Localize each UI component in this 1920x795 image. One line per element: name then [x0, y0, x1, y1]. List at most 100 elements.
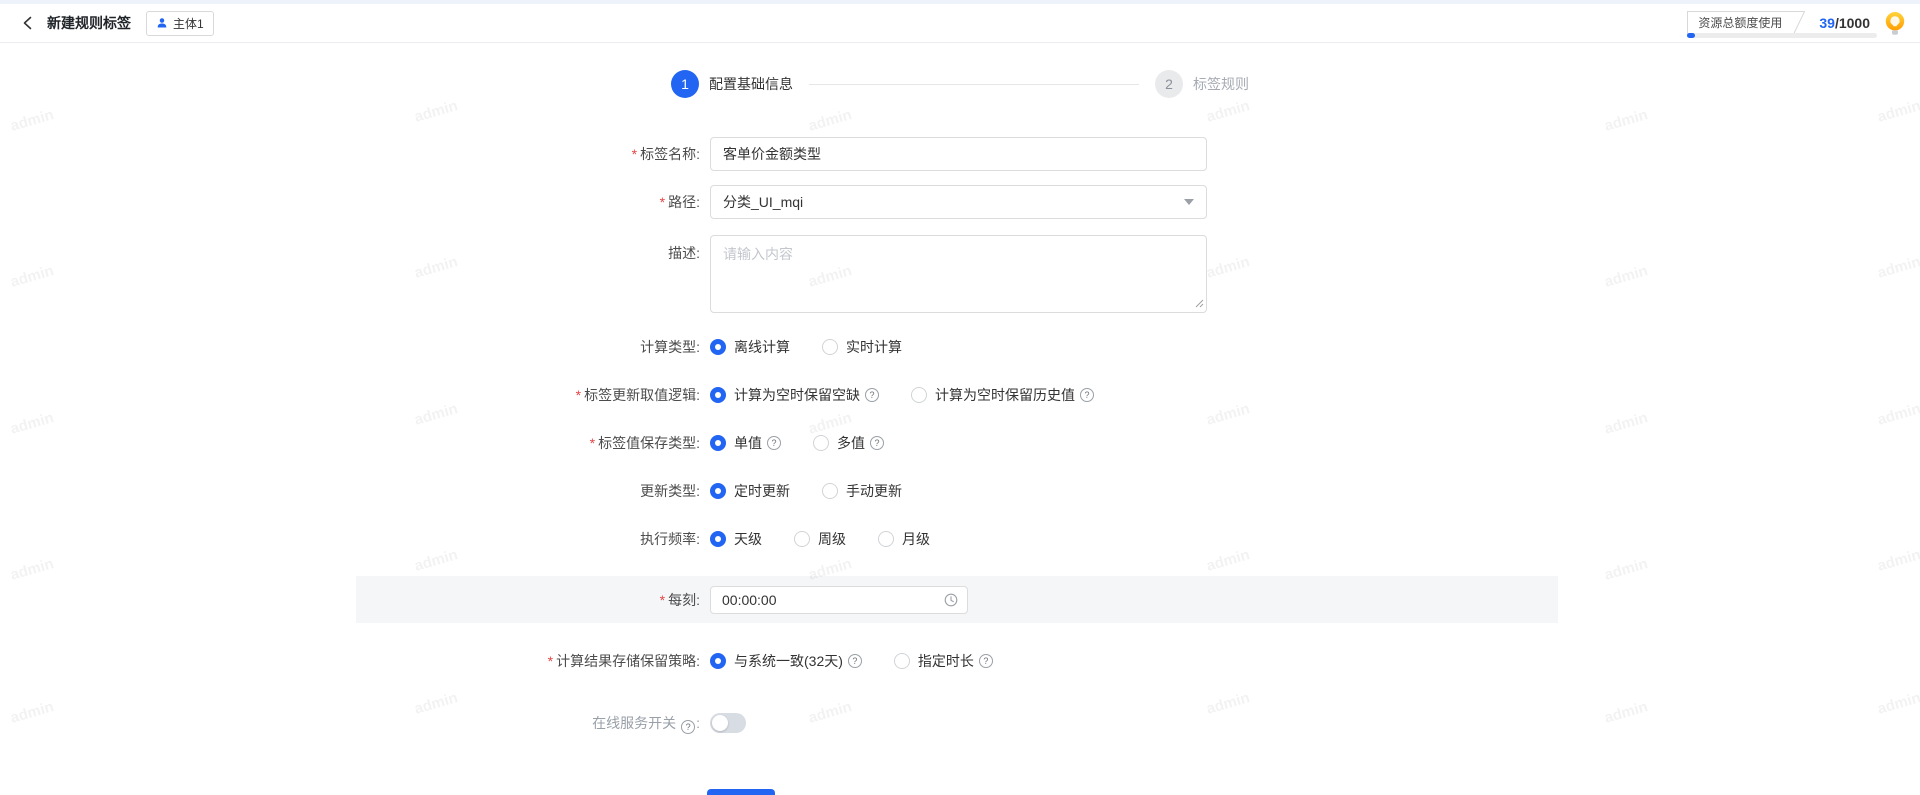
online-service-toggle[interactable] — [710, 713, 746, 733]
update-logic-options: 计算为空时保留空缺 ? 计算为空时保留历史值 ? — [710, 385, 1094, 405]
quota-progress-fill — [1687, 33, 1696, 38]
run-time-row: * 每刻: — [0, 576, 1920, 623]
run-time-control — [710, 585, 968, 614]
exec-frequency-row: 执行频率: 天级 周级 月级 — [0, 528, 1920, 550]
step-1-label: 配置基础信息 — [709, 76, 793, 92]
radio-option-monthly[interactable]: 月级 — [878, 529, 930, 549]
tag-name-control — [710, 137, 1207, 171]
help-icon[interactable]: ? — [978, 654, 993, 668]
quota-count: 39/1000 — [1819, 15, 1870, 31]
exec-frequency-label-text: 执行频率: — [640, 531, 700, 547]
help-icon[interactable]: ? — [847, 654, 862, 668]
update-logic-label: * 标签更新取值逻辑: — [0, 385, 700, 405]
radio-option-realtime-calc[interactable]: 实时计算 — [822, 337, 902, 357]
help-icon[interactable]: ? — [1080, 388, 1094, 402]
radio-option-offline-calc[interactable]: 离线计算 — [710, 337, 790, 357]
radio-unchecked-icon — [878, 531, 894, 547]
value-save-type-label-text: 标签值保存类型: — [598, 435, 700, 451]
page-title: 新建规则标签 — [47, 15, 131, 31]
path-label-text: 路径: — [668, 194, 700, 210]
path-row: * 路径: 分类_UI_mqi — [0, 185, 1920, 219]
value-save-type-label: * 标签值保存类型: — [0, 433, 700, 453]
update-type-label: 更新类型: — [0, 481, 700, 501]
tag-name-label: * 标签名称: — [0, 144, 700, 164]
step-2: 2 标签规则 — [1155, 70, 1249, 98]
radio-label: 月级 — [902, 531, 930, 547]
radio-option-daily[interactable]: 天级 — [710, 529, 762, 549]
time-input-field[interactable] — [722, 591, 944, 608]
step-1: 1 配置基础信息 — [671, 70, 793, 98]
update-logic-row: * 标签更新取值逻辑: 计算为空时保留空缺 ? 计算为空时保留历史值 ? — [0, 384, 1920, 406]
required-mark: * — [547, 653, 554, 669]
chevron-left-icon — [23, 16, 32, 30]
description-textarea[interactable] — [710, 235, 1207, 313]
time-input[interactable] — [710, 585, 968, 614]
step-2-label: 标签规则 — [1193, 76, 1249, 92]
retention-options: 与系统一致(32天) ? 指定时长 ? — [710, 651, 993, 671]
update-type-label-text: 更新类型: — [640, 483, 700, 499]
resize-handle-icon[interactable] — [1194, 298, 1204, 308]
radio-option-keep-history[interactable]: 计算为空时保留历史值 ? — [911, 385, 1094, 405]
calc-type-options: 离线计算 实时计算 — [710, 337, 902, 357]
radio-unchecked-icon — [911, 387, 927, 403]
back-button[interactable] — [20, 15, 36, 31]
calc-type-row: 计算类型: 离线计算 实时计算 — [0, 336, 1920, 358]
radio-option-manual-update[interactable]: 手动更新 — [822, 481, 902, 501]
radio-checked-icon — [710, 653, 726, 669]
required-mark: * — [659, 194, 666, 210]
step-2-circle: 2 — [1155, 70, 1183, 98]
radio-option-scheduled-update[interactable]: 定时更新 — [710, 481, 790, 501]
radio-option-system-default[interactable]: 与系统一致(32天) ? — [710, 651, 862, 671]
next-button[interactable] — [707, 789, 775, 795]
help-icon[interactable]: ? — [767, 436, 781, 450]
required-mark: * — [575, 387, 582, 403]
online-service-label-text: 在线服务开关 — [592, 714, 677, 731]
quota-used: 39 — [1819, 15, 1835, 31]
radio-label: 计算为空时保留空缺 — [734, 387, 860, 403]
radio-option-single-value[interactable]: 单值 ? — [710, 433, 781, 453]
retention-label: * 计算结果存储保留策略: — [0, 651, 700, 671]
path-select-value: 分类_UI_mqi — [723, 194, 804, 210]
radio-checked-icon — [710, 531, 726, 547]
path-label: * 路径: — [0, 192, 700, 212]
clock-icon — [944, 593, 958, 606]
watermark-text: admin — [412, 97, 460, 126]
calc-type-label: 计算类型: — [0, 337, 700, 357]
value-save-type-options: 单值 ? 多值 ? — [710, 433, 884, 453]
radio-label: 多值 — [837, 435, 865, 451]
online-service-label: 在线服务开关?: — [0, 713, 700, 734]
description-label-text: 描述: — [668, 245, 700, 261]
subject-badge[interactable]: 主体1 — [146, 10, 214, 36]
topbar: 新建规则标签 主体1 资源总额度使用 39/1000 — [0, 4, 1920, 43]
radio-label: 单值 — [734, 435, 762, 451]
radio-label: 指定时长 — [917, 653, 974, 669]
radio-unchecked-icon — [893, 653, 910, 669]
radio-option-keep-empty[interactable]: 计算为空时保留空缺 ? — [710, 385, 879, 405]
radio-label: 与系统一致(32天) — [734, 653, 843, 669]
radio-option-custom-duration[interactable]: 指定时长 ? — [893, 651, 993, 671]
help-icon[interactable]: ? — [681, 719, 696, 734]
radio-label: 周级 — [818, 531, 846, 547]
toggle-knob — [712, 715, 728, 731]
radio-option-multi-value[interactable]: 多值 ? — [813, 433, 884, 453]
value-save-type-row: * 标签值保存类型: 单值 ? 多值 ? — [0, 432, 1920, 454]
watermark-text: admin — [806, 106, 854, 135]
lightbulb-icon[interactable] — [1884, 11, 1906, 36]
help-icon[interactable]: ? — [870, 436, 884, 450]
caret-down-icon — [1184, 199, 1194, 205]
retention-label-text: 计算结果存储保留策略: — [556, 653, 700, 669]
subject-badge-label: 主体1 — [173, 16, 204, 31]
description-row: 描述: — [0, 235, 1920, 313]
path-select[interactable]: 分类_UI_mqi — [710, 185, 1207, 219]
tag-name-row: * 标签名称: — [0, 137, 1920, 171]
tag-name-label-text: 标签名称: — [640, 146, 700, 162]
radio-checked-icon — [710, 483, 726, 499]
exec-frequency-options: 天级 周级 月级 — [710, 529, 930, 549]
radio-label: 离线计算 — [734, 339, 790, 355]
radio-option-weekly[interactable]: 周级 — [794, 529, 846, 549]
path-control: 分类_UI_mqi — [710, 185, 1207, 219]
help-icon[interactable]: ? — [865, 388, 879, 402]
tag-name-input[interactable] — [710, 137, 1207, 171]
step-1-circle: 1 — [671, 70, 699, 98]
radio-label: 实时计算 — [846, 339, 902, 355]
